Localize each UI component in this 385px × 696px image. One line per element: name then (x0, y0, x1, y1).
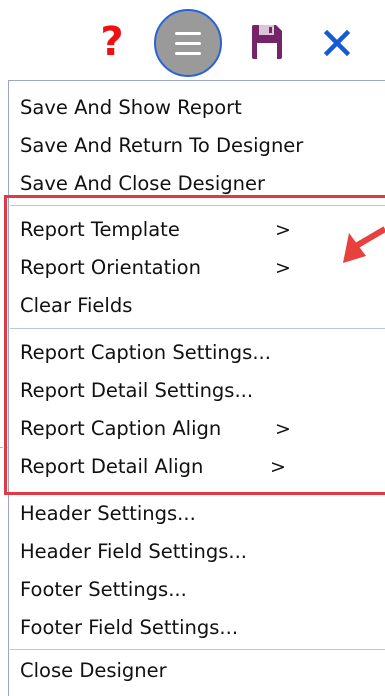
red-arrow-icon (343, 226, 385, 263)
report-designer-screen: ? Save And Show Report Save And Return T… (0, 0, 385, 696)
